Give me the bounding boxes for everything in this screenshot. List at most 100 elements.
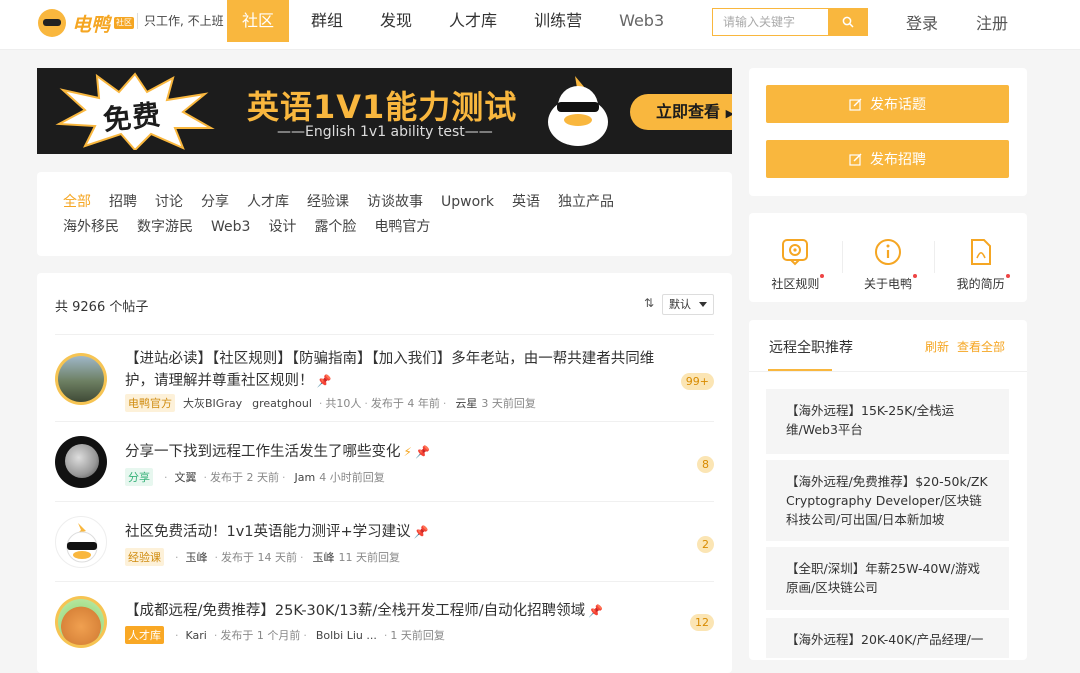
post-time: 发布于 14 天前 bbox=[221, 551, 297, 564]
tag-item[interactable]: 数字游民 bbox=[137, 215, 193, 240]
top-header: 电鸭 社区 只工作, 不上班 社区 群组 发现 人才库 训练营 Web3 登录 … bbox=[0, 0, 1080, 50]
post-title-text[interactable]: 【成都远程/免费推荐】25K-30K/13薪/全栈开发工程师/自动化招聘领域 bbox=[125, 603, 585, 619]
sort-select[interactable]: 默认 bbox=[662, 294, 714, 315]
post-row[interactable]: 【成都远程/免费推荐】25K-30K/13薪/全栈开发工程师/自动化招聘领域 📌 … bbox=[55, 581, 714, 673]
post-topic-button[interactable]: 发布话题 bbox=[766, 85, 1009, 123]
post-title[interactable]: 分享一下找到远程工作生活发生了哪些变化 ⚡ 📌 bbox=[125, 441, 680, 463]
post-row[interactable]: 社区免费活动！1v1英语能力测评+学习建议 📌 经验课 · 玉峰 · 发布于 14… bbox=[55, 501, 714, 581]
post-replier[interactable]: Bolbi Liu ... bbox=[316, 629, 377, 642]
job-item[interactable]: 【海外远程】20K-40K/产品经理/一 bbox=[766, 618, 1009, 658]
job-item[interactable]: 【全职/深圳】年薪25W-40W/游戏原画/区块链公司 bbox=[766, 547, 1009, 610]
post-author[interactable]: 文翼 bbox=[175, 469, 197, 485]
register-link[interactable]: 注册 bbox=[976, 10, 1008, 34]
pin-icon: 📌 bbox=[413, 525, 429, 539]
post-title[interactable]: 【成都远程/免费推荐】25K-30K/13薪/全栈开发工程师/自动化招聘领域 📌 bbox=[125, 600, 680, 622]
info-icon bbox=[875, 239, 901, 265]
jobs-title: 远程全职推荐 bbox=[769, 340, 853, 356]
post-title[interactable]: 【进站必读】【社区规则】【防骗指南】【加入我们】多年老站，由一帮共建者共同维护，… bbox=[125, 348, 680, 392]
nav-talent[interactable]: 人才库 bbox=[434, 0, 512, 42]
search-input[interactable] bbox=[712, 8, 828, 36]
post-time: 发布于 4 年前 bbox=[370, 397, 440, 410]
post-count: 共 9266 个帖子 bbox=[55, 300, 149, 315]
site-logo[interactable]: 电鸭 社区 bbox=[38, 9, 135, 37]
avatar[interactable] bbox=[55, 596, 107, 648]
post-category-tag[interactable]: 经验课 bbox=[125, 548, 164, 566]
post-reply-time: 1 天前回复 bbox=[390, 629, 445, 642]
nav-discover[interactable]: 发现 bbox=[365, 0, 427, 42]
post-category-tag[interactable]: 分享 bbox=[125, 468, 153, 486]
post-category-tag[interactable]: 人才库 bbox=[125, 626, 164, 644]
lightning-icon: ⚡ bbox=[403, 445, 412, 459]
post-row[interactable]: 【进站必读】【社区规则】【防骗指南】【加入我们】多年老站，由一帮共建者共同维护，… bbox=[55, 334, 714, 414]
job-item[interactable]: 【海外远程/免费推荐】$20-50k/ZK Cryptography Devel… bbox=[766, 460, 1009, 541]
banner-button-label: 立即查看 bbox=[656, 102, 721, 121]
logo-text: 电鸭 bbox=[72, 13, 111, 36]
post-category-tag[interactable]: 电鸭官方 bbox=[125, 394, 175, 412]
edit-icon bbox=[849, 153, 862, 166]
tag-item[interactable]: 电鸭官方 bbox=[374, 215, 430, 240]
tag-item[interactable]: 人才库 bbox=[247, 190, 289, 215]
tag-item[interactable]: 独立产品 bbox=[558, 190, 614, 215]
nav-groups[interactable]: 群组 bbox=[296, 0, 358, 42]
search-icon bbox=[842, 16, 854, 28]
search-button[interactable] bbox=[828, 8, 868, 36]
tag-item[interactable]: Web3 bbox=[211, 215, 250, 240]
promo-banner[interactable]: 免费 英语1V1能力测试 ——English 1v1 ability test—… bbox=[37, 68, 732, 154]
tag-item[interactable]: 分享 bbox=[201, 190, 229, 215]
post-title[interactable]: 社区免费活动！1v1英语能力测评+学习建议 📌 bbox=[125, 521, 680, 543]
post-replier[interactable]: Jam bbox=[295, 471, 316, 484]
avatar[interactable] bbox=[55, 516, 107, 568]
banner-free-label: 免费 bbox=[101, 98, 163, 137]
tag-item[interactable]: Upwork bbox=[441, 190, 494, 215]
tag-item[interactable]: 设计 bbox=[268, 215, 296, 240]
tag-item[interactable]: 访谈故事 bbox=[367, 190, 423, 215]
tag-item[interactable]: 英语 bbox=[512, 190, 540, 215]
meta-separator: · bbox=[383, 628, 388, 642]
sort-icon: ⇅ bbox=[644, 296, 655, 310]
meta-separator: · bbox=[203, 470, 208, 484]
tag-item[interactable]: 露个脸 bbox=[314, 215, 356, 240]
avatar[interactable] bbox=[55, 353, 107, 405]
post-reply-time: 3 天前回复 bbox=[481, 397, 536, 410]
edit-icon bbox=[849, 98, 862, 111]
post-meta: 人才库 · Kari · 发布于 1 个月前 · Bolbi Liu ... ·… bbox=[125, 626, 445, 644]
link-community-rules[interactable]: 社区规则 bbox=[749, 213, 842, 302]
post-title-text[interactable]: 分享一下找到远程工作生活发生了哪些变化 bbox=[125, 444, 401, 460]
post-participants: 共10人 bbox=[325, 397, 362, 410]
post-row[interactable]: 分享一下找到远程工作生活发生了哪些变化 ⚡ 📌 分享 · 文翼 · 发布于 2 天前… bbox=[55, 421, 714, 501]
nav-camp[interactable]: 训练营 bbox=[519, 0, 597, 42]
nav-community[interactable]: 社区 bbox=[227, 0, 290, 42]
job-item[interactable]: 【海外远程】15K-25K/全栈运维/Web3平台 bbox=[766, 389, 1009, 454]
tag-item[interactable]: 经验课 bbox=[307, 190, 349, 215]
pdf-document-icon bbox=[970, 239, 991, 265]
side-actions-card: 发布话题 发布招聘 bbox=[749, 68, 1027, 196]
banner-view-button[interactable]: 立即查看 ▶ bbox=[630, 94, 732, 130]
post-author[interactable]: 玉峰 bbox=[186, 549, 208, 565]
link-about[interactable]: 关于电鸭 bbox=[841, 213, 935, 302]
tag-item[interactable]: 海外移民 bbox=[63, 215, 119, 240]
tag-item[interactable]: 讨论 bbox=[155, 190, 183, 215]
post-title-text[interactable]: 【进站必读】【社区规则】【防骗指南】【加入我们】多年老站，由一帮共建者共同维护，… bbox=[125, 351, 654, 389]
post-title-text[interactable]: 社区免费活动！1v1英语能力测评+学习建议 bbox=[125, 524, 411, 540]
nav-web3[interactable]: Web3 bbox=[604, 0, 679, 42]
link-my-resume[interactable]: 我的简历 bbox=[934, 213, 1027, 302]
view-all-link[interactable]: 查看全部 bbox=[957, 338, 1005, 355]
login-link[interactable]: 登录 bbox=[906, 10, 938, 34]
meta-separator: · bbox=[175, 550, 179, 564]
meta-separator: · bbox=[303, 628, 307, 642]
link-label: 关于电鸭 bbox=[864, 274, 918, 291]
avatar[interactable] bbox=[55, 436, 107, 488]
post-job-button[interactable]: 发布招聘 bbox=[766, 140, 1009, 178]
post-topic-label: 发布话题 bbox=[870, 97, 926, 113]
tag-item[interactable]: 招聘 bbox=[109, 190, 137, 215]
post-replier[interactable]: 云星 bbox=[455, 395, 477, 411]
post-author[interactable]: Kari bbox=[186, 629, 207, 642]
post-meta: 经验课 · 玉峰 · 发布于 14 天前 · 玉峰 11 天前回复 bbox=[125, 548, 400, 566]
play-arrow-icon: ▶ bbox=[725, 107, 732, 120]
tag-all[interactable]: 全部 bbox=[63, 190, 91, 215]
post-author[interactable]: 大灰BIGray bbox=[183, 395, 242, 411]
post-replier[interactable]: 玉峰 bbox=[313, 549, 335, 565]
tag-filter-card: 全部 招聘 讨论 分享 人才库 经验课 访谈故事 Upwork 英语 独立产品 … bbox=[37, 172, 732, 256]
post-coauthor[interactable]: greatghoul bbox=[252, 397, 312, 410]
refresh-link[interactable]: 刷新 bbox=[925, 338, 949, 355]
